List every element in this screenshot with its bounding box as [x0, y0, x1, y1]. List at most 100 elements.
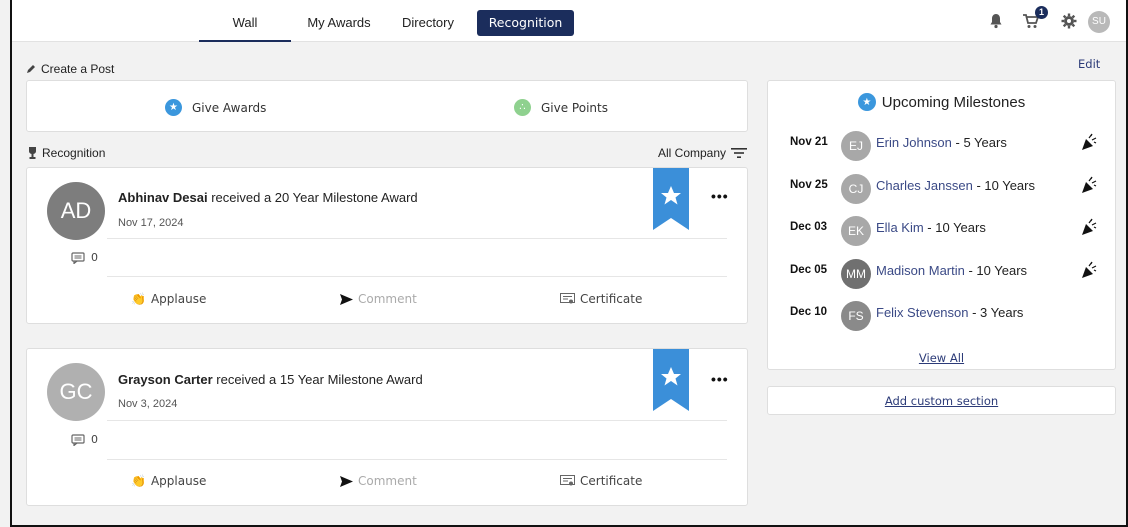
applause-icon: 👏: [131, 292, 146, 306]
comment-label: Comment: [358, 474, 417, 488]
cart-count-badge: 1: [1035, 6, 1048, 19]
avatar[interactable]: AD: [47, 182, 105, 240]
milestone-years: - 3 Years: [968, 305, 1024, 320]
tab-recognition[interactable]: Recognition: [477, 10, 574, 36]
milestone-date: Nov 21: [790, 136, 828, 148]
comment-bubble-icon: [71, 433, 85, 446]
milestone-years: - 10 Years: [964, 263, 1028, 278]
milestone-date: Dec 10: [790, 306, 828, 318]
milestone-text: Erin Johnson - 5 Years: [876, 135, 1007, 150]
milestone-text: Madison Martin - 10 Years: [876, 263, 1027, 278]
top-nav-bar: Wall My Awards Directory Recognition 1 S…: [12, 0, 1126, 42]
divider: [107, 276, 727, 277]
divider: [107, 238, 727, 239]
filter-dropdown[interactable]: All Company: [658, 146, 748, 160]
post-text: received a 20 Year Milestone Award: [207, 190, 418, 205]
give-points-label: Give Points: [541, 100, 608, 115]
avatar[interactable]: EK: [841, 216, 871, 246]
filter-label: All Company: [658, 146, 727, 160]
comment-label: Comment: [358, 292, 417, 306]
milestone-years: - 10 Years: [923, 220, 986, 235]
comment-button[interactable]: Comment: [340, 474, 417, 488]
give-awards-button[interactable]: ★ Give Awards: [165, 99, 266, 116]
add-custom-section-link[interactable]: Add custom section: [885, 394, 998, 408]
view-all-link[interactable]: View All: [919, 351, 964, 365]
milestone-row: Dec 10 FS Felix Stevenson - 3 Years: [768, 298, 1115, 331]
certificate-label: Certificate: [580, 474, 643, 488]
recognition-label: Recognition: [42, 146, 106, 160]
post-card: GC Grayson Carter received a 15 Year Mil…: [26, 348, 748, 506]
recognition-header: Recognition: [28, 146, 105, 160]
avatar[interactable]: FS: [841, 301, 871, 331]
post-author[interactable]: Grayson Carter: [118, 372, 213, 387]
custom-section-card: Add custom section: [767, 386, 1116, 415]
comment-button[interactable]: Comment: [340, 292, 417, 306]
give-points-button[interactable]: ∴ Give Points: [514, 99, 608, 116]
applause-button[interactable]: 👏 Applause: [131, 474, 206, 488]
give-awards-label: Give Awards: [192, 100, 267, 115]
certificate-icon: [560, 293, 575, 304]
applause-label: Applause: [150, 292, 207, 306]
post-title: Abhinav Desai received a 20 Year Milesto…: [118, 190, 418, 205]
party-popper-icon[interactable]: [1081, 133, 1097, 151]
avatar[interactable]: MM: [841, 259, 871, 289]
gear-icon[interactable]: [1060, 12, 1078, 30]
comment-count: 0: [71, 433, 98, 446]
applause-button[interactable]: 👏 Applause: [131, 292, 206, 306]
post-date: Nov 3, 2024: [118, 398, 178, 410]
bell-icon[interactable]: [987, 12, 1005, 30]
more-options-button[interactable]: •••: [711, 371, 729, 387]
milestone-text: Ella Kim - 10 Years: [876, 220, 986, 235]
milestone-row: Nov 21 EJ Erin Johnson - 5 Years: [768, 128, 1115, 161]
divider: [107, 420, 727, 421]
milestones-card: ★ Upcoming Milestones Nov 21 EJ Erin Joh…: [767, 80, 1116, 370]
trophy-icon: [29, 146, 36, 159]
comment-bubble-icon: [71, 251, 85, 264]
comment-count-value: 0: [91, 433, 98, 446]
milestone-name[interactable]: Felix Stevenson: [876, 305, 969, 320]
applause-icon: 👏: [131, 474, 146, 488]
certificate-icon: [560, 475, 575, 486]
cart-icon[interactable]: 1: [1022, 6, 1048, 30]
party-popper-icon[interactable]: [1081, 261, 1097, 279]
divider: [107, 459, 727, 460]
milestones-title-text: Upcoming Milestones: [881, 93, 1026, 111]
avatar[interactable]: GC: [47, 363, 105, 421]
edit-button[interactable]: Edit: [1078, 57, 1100, 71]
more-options-button[interactable]: •••: [711, 188, 729, 204]
tab-directory[interactable]: Directory: [397, 10, 459, 36]
milestone-text: Charles Janssen - 10 Years: [876, 178, 1035, 193]
milestone-row: Dec 03 EK Ella Kim - 10 Years: [768, 213, 1115, 246]
award-ribbon-icon: [653, 168, 689, 230]
milestone-date: Dec 03: [790, 221, 828, 233]
post-date: Nov 17, 2024: [118, 217, 184, 229]
party-popper-icon[interactable]: [1081, 218, 1097, 236]
milestone-name[interactable]: Madison Martin: [876, 263, 965, 278]
milestone-years: - 10 Years: [972, 178, 1035, 193]
star-icon: ★: [165, 99, 182, 116]
certificate-button[interactable]: Certificate: [560, 474, 642, 488]
post-text: received a 15 Year Milestone Award: [212, 372, 423, 387]
milestone-name[interactable]: Ella Kim: [876, 220, 924, 235]
certificate-button[interactable]: Certificate: [560, 292, 642, 306]
milestone-date: Dec 05: [790, 264, 828, 276]
give-card: ★ Give Awards ∴ Give Points: [26, 80, 748, 132]
create-post-link[interactable]: Create a Post: [26, 62, 114, 76]
filter-icon: [731, 148, 748, 158]
tab-wall[interactable]: Wall: [199, 10, 291, 42]
avatar[interactable]: CJ: [841, 174, 871, 204]
pencil-icon: [27, 65, 35, 73]
comment-count-value: 0: [91, 251, 98, 264]
comment-count: 0: [71, 251, 98, 264]
tab-my-awards[interactable]: My Awards: [304, 10, 374, 36]
avatar[interactable]: EJ: [841, 131, 871, 161]
user-avatar[interactable]: SU: [1088, 11, 1110, 33]
app-frame: Wall My Awards Directory Recognition 1 S…: [10, 0, 1128, 527]
view-all-wrap: View All: [768, 349, 1115, 367]
milestone-date: Nov 25: [790, 179, 828, 191]
party-popper-icon[interactable]: [1081, 176, 1097, 194]
certificate-label: Certificate: [580, 292, 643, 306]
milestone-name[interactable]: Erin Johnson: [876, 135, 952, 150]
milestone-name[interactable]: Charles Janssen: [876, 178, 973, 193]
post-author[interactable]: Abhinav Desai: [118, 190, 208, 205]
